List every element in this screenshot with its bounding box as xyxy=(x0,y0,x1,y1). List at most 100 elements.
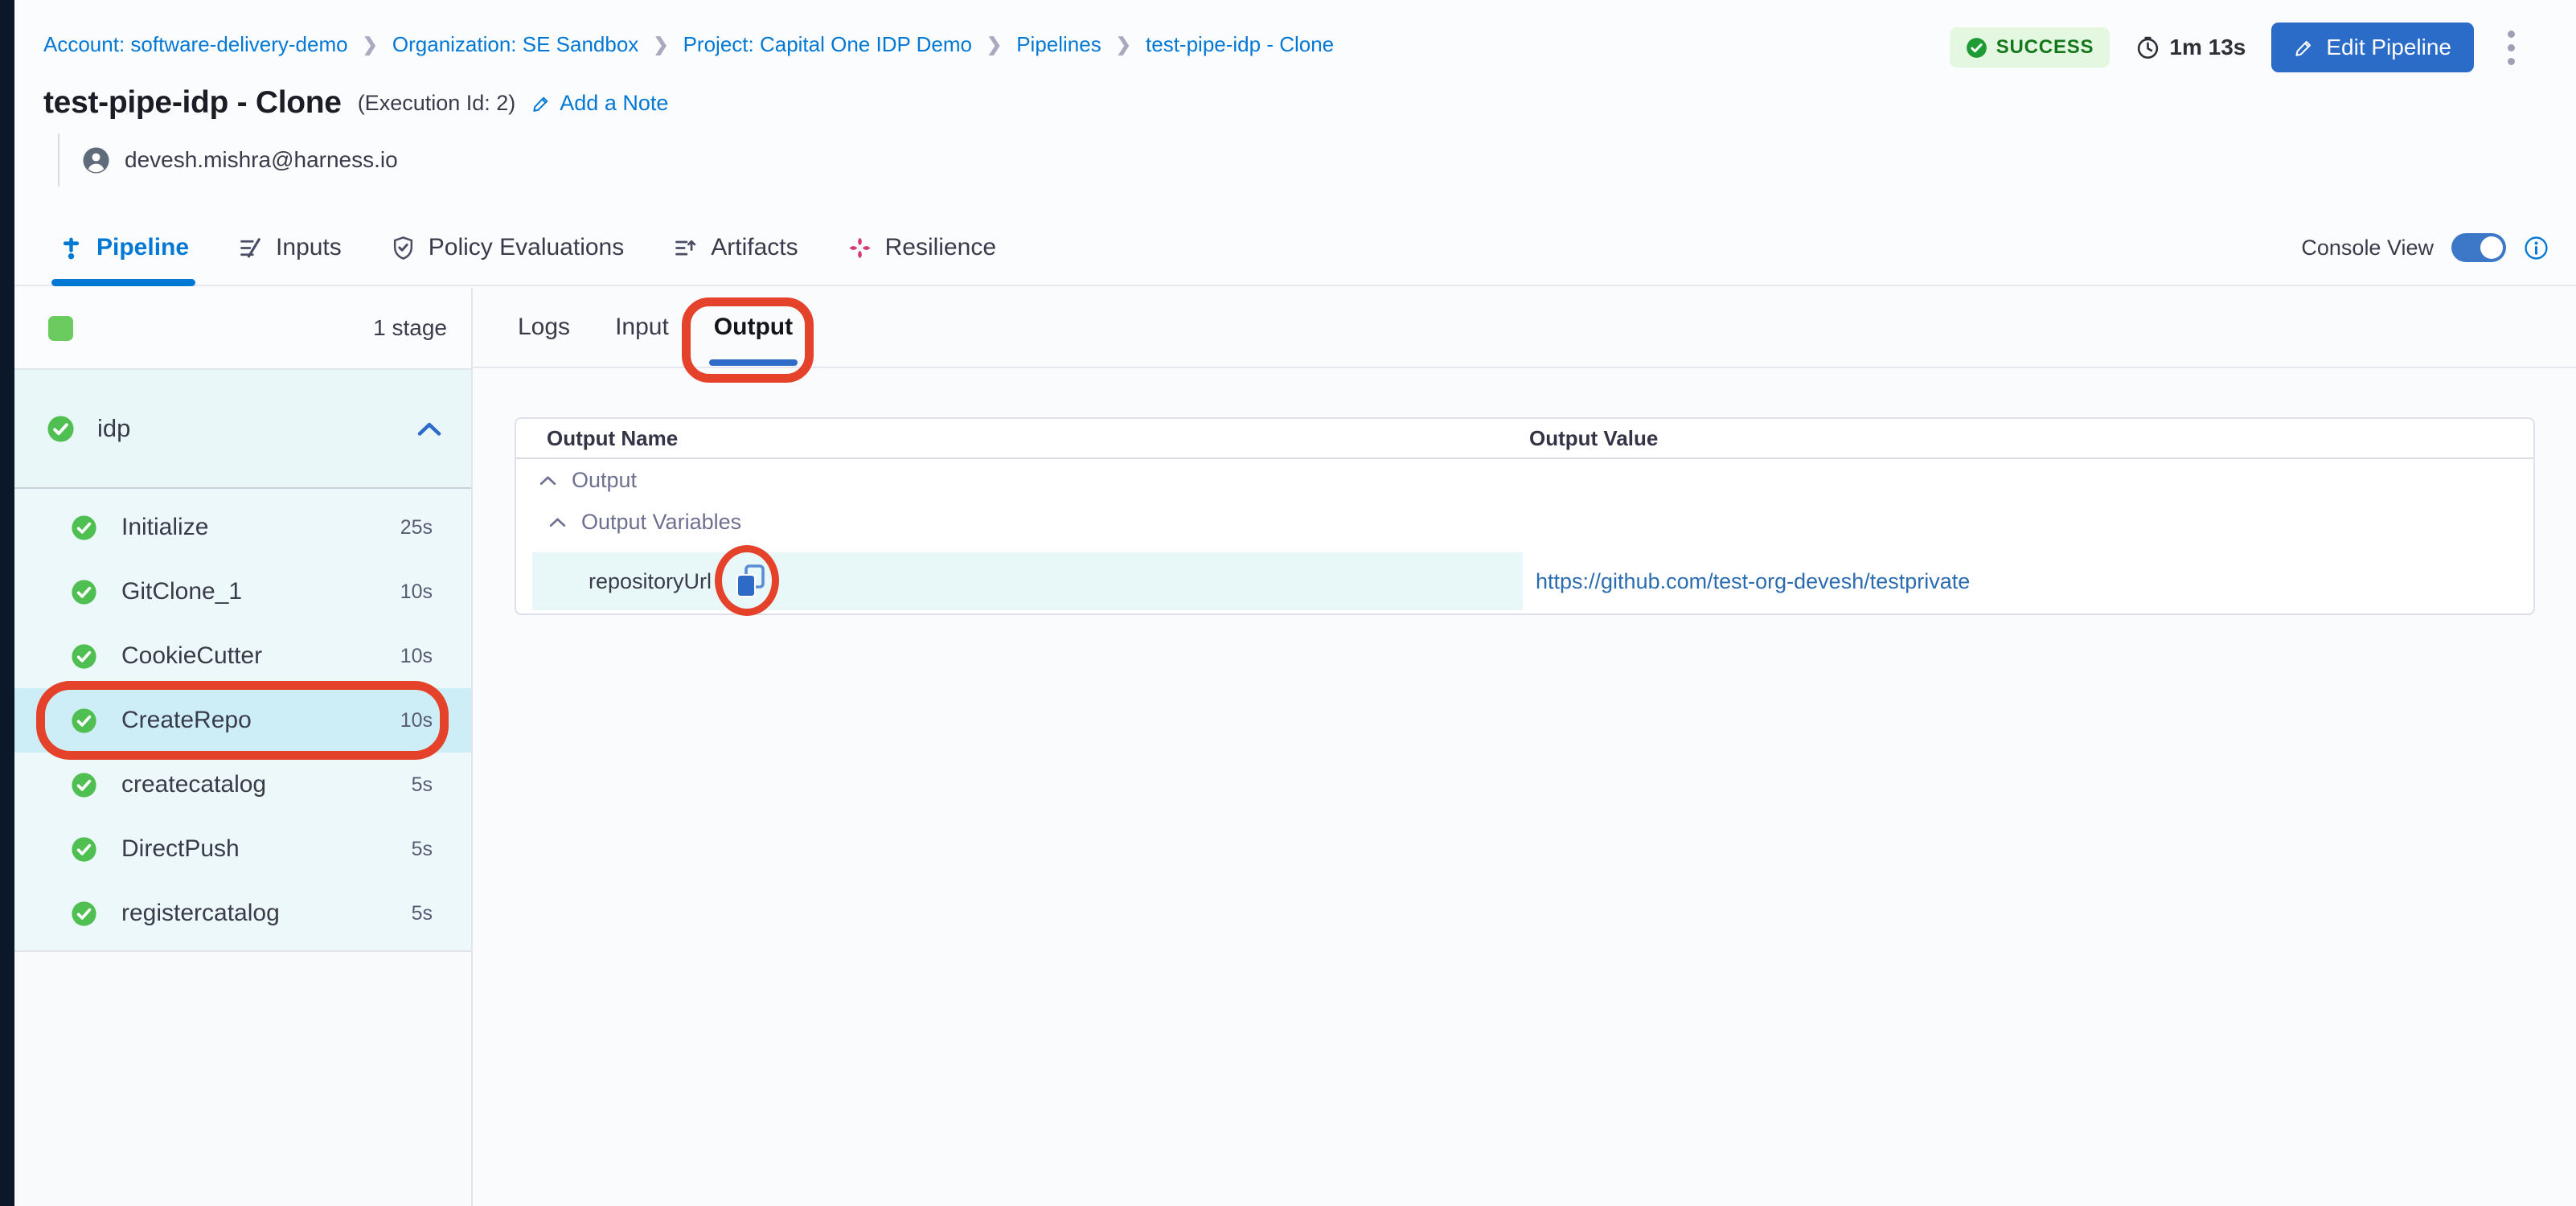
triggered-by-row: devesh.mishra@harness.io xyxy=(43,133,398,187)
edit-pipeline-button[interactable]: Edit Pipeline xyxy=(2271,23,2474,72)
output-group-label: Output xyxy=(572,468,637,493)
page-title: test-pipe-idp - Clone xyxy=(43,85,342,121)
copy-button[interactable] xyxy=(732,562,768,601)
stage-group-label: idp xyxy=(97,414,130,443)
breadcrumb-organization[interactable]: Organization: SE Sandbox xyxy=(392,32,638,57)
edit-pipeline-label: Edit Pipeline xyxy=(2326,35,2451,60)
chevron-up-icon xyxy=(548,516,567,528)
output-group-toggle[interactable]: Output xyxy=(516,459,2533,501)
title-row: test-pipe-idp - Clone (Execution Id: 2) … xyxy=(43,85,668,121)
step-duration: 5s xyxy=(412,902,433,925)
left-nav-rail[interactable] xyxy=(0,0,14,1206)
step-name: GitClone_1 xyxy=(121,578,242,605)
step-duration: 25s xyxy=(400,516,433,539)
step-duration: 10s xyxy=(400,709,433,732)
stage-count: 1 stage xyxy=(373,315,447,341)
breadcrumb-execution[interactable]: test-pipe-idp - Clone xyxy=(1146,32,1334,57)
breadcrumb: Account: software-delivery-demo ❯ Organi… xyxy=(43,32,1334,57)
tab-logs[interactable]: Logs xyxy=(515,288,573,367)
step-name: Initialize xyxy=(121,514,208,541)
tab-policy-evaluations-label: Policy Evaluations xyxy=(429,234,624,261)
stage-sidebar: 1 stage idp Initialize 25s GitClone_1 10… xyxy=(14,288,473,1206)
breadcrumb-separator-icon: ❯ xyxy=(987,34,1002,55)
step-name: CreateRepo xyxy=(121,707,252,734)
tab-output-label: Output xyxy=(714,314,793,341)
output-variable-row: repositoryUrl https://github.com/test-or… xyxy=(516,552,2533,610)
step-row-initialize[interactable]: Initialize 25s xyxy=(14,495,471,560)
output-variable-value-link[interactable]: https://github.com/test-org-devesh/testp… xyxy=(1536,569,1970,594)
breadcrumb-separator-icon: ❯ xyxy=(363,34,378,55)
add-note-link[interactable]: Add a Note xyxy=(531,91,668,116)
status-badge: SUCCESS xyxy=(1950,27,2110,68)
step-row-directpush[interactable]: DirectPush 5s xyxy=(14,817,471,881)
execution-id: (Execution Id: 2) xyxy=(358,91,516,116)
output-variables-group-toggle[interactable]: Output Variables xyxy=(516,501,2533,543)
step-name: DirectPush xyxy=(121,835,240,863)
console-view-label: Console View xyxy=(2301,236,2434,260)
pipeline-icon xyxy=(58,235,84,261)
step-row-registercatalog[interactable]: registercatalog 5s xyxy=(14,881,471,946)
user-avatar-icon xyxy=(82,146,110,174)
tab-input[interactable]: Input xyxy=(612,288,672,367)
stage-status-square xyxy=(48,316,73,341)
stage-group-idp[interactable]: idp xyxy=(14,370,471,487)
step-name: CookieCutter xyxy=(121,642,262,670)
body-split: 1 stage idp Initialize 25s GitClone_1 10… xyxy=(14,288,2576,1206)
step-detail-tabs: Logs Input Output xyxy=(473,288,2576,368)
step-duration: 10s xyxy=(400,645,433,668)
execution-tabs: Pipeline Inputs Policy Evaluations Artif… xyxy=(14,211,2576,286)
console-view-controls: Console View xyxy=(2301,233,2576,262)
breadcrumb-account[interactable]: Account: software-delivery-demo xyxy=(43,32,348,57)
more-options-button[interactable] xyxy=(2500,26,2523,70)
breadcrumb-pipelines[interactable]: Pipelines xyxy=(1016,32,1101,57)
breadcrumb-project[interactable]: Project: Capital One IDP Demo xyxy=(683,32,972,57)
breadcrumb-separator-icon: ❯ xyxy=(653,34,668,55)
check-circle-icon xyxy=(71,900,97,927)
check-circle-icon xyxy=(47,415,75,443)
step-duration: 10s xyxy=(400,580,433,604)
inputs-icon xyxy=(237,235,264,261)
check-circle-icon xyxy=(71,772,97,798)
tab-output[interactable]: Output xyxy=(711,288,796,367)
output-variable-name-cell: repositoryUrl xyxy=(532,552,1523,610)
execution-page: Account: software-delivery-demo ❯ Organi… xyxy=(0,0,2576,1206)
stage-summary-row: 1 stage xyxy=(14,288,471,370)
header-actions: SUCCESS 1m 13s Edit Pipeline xyxy=(1950,23,2523,72)
duration-label: 1m 13s xyxy=(2169,35,2246,60)
step-row-createcatalog[interactable]: createcatalog 5s xyxy=(14,753,471,817)
tab-resilience-label: Resilience xyxy=(885,234,996,261)
execution-duration: 1m 13s xyxy=(2135,35,2246,60)
tab-resilience[interactable]: Resilience xyxy=(847,211,996,285)
tab-artifacts[interactable]: Artifacts xyxy=(672,211,798,285)
column-output-name: Output Name xyxy=(516,426,1529,451)
clock-icon xyxy=(2135,35,2160,60)
shield-check-icon xyxy=(390,235,416,261)
column-output-value: Output Value xyxy=(1529,426,2533,451)
step-row-cookiecutter[interactable]: CookieCutter 10s xyxy=(14,624,471,688)
tab-inputs[interactable]: Inputs xyxy=(237,211,342,285)
chevron-up-icon xyxy=(539,474,557,486)
tab-inputs-label: Inputs xyxy=(276,234,342,261)
output-variable-name: repositoryUrl xyxy=(589,569,712,594)
check-circle-icon xyxy=(71,515,97,541)
step-row-createrepo[interactable]: CreateRepo 10s xyxy=(14,688,471,753)
step-list: Initialize 25s GitClone_1 10s CookieCutt… xyxy=(14,489,471,952)
console-view-toggle[interactable] xyxy=(2451,233,2506,262)
check-circle-icon xyxy=(71,643,97,670)
step-duration: 5s xyxy=(412,838,433,861)
step-name: createcatalog xyxy=(121,771,266,798)
add-note-label: Add a Note xyxy=(560,91,668,116)
output-table-header: Output Name Output Value xyxy=(516,419,2533,459)
check-circle-icon xyxy=(71,579,97,605)
info-icon[interactable] xyxy=(2524,236,2549,260)
tab-pipeline[interactable]: Pipeline xyxy=(58,211,189,285)
success-check-icon xyxy=(1966,37,1987,59)
check-circle-icon xyxy=(71,708,97,734)
step-row-gitclone[interactable]: GitClone_1 10s xyxy=(14,560,471,624)
check-circle-icon xyxy=(71,836,97,863)
chevron-up-icon[interactable] xyxy=(416,420,442,437)
tab-policy-evaluations[interactable]: Policy Evaluations xyxy=(390,211,624,285)
tab-artifacts-label: Artifacts xyxy=(711,234,798,261)
output-variables-group-label: Output Variables xyxy=(581,510,741,535)
copy-icon xyxy=(732,562,768,601)
